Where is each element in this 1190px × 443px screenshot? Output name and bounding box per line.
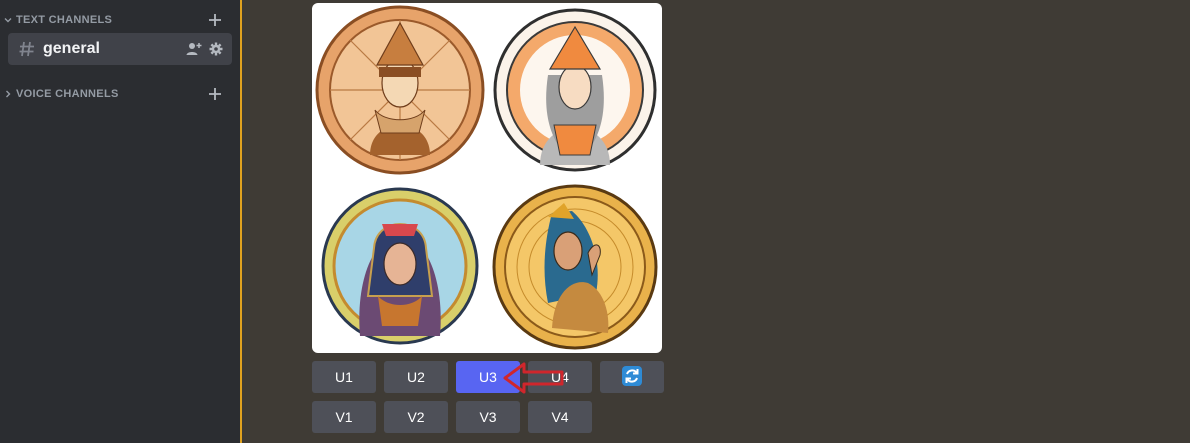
- channel-sidebar: TEXT CHANNELS general VOICE CHANNELS: [0, 0, 240, 443]
- add-channel-icon[interactable]: [208, 13, 222, 27]
- generated-image-grid[interactable]: [312, 3, 662, 353]
- medallion-portrait-3: [321, 187, 479, 345]
- medallion-portrait-4: [492, 184, 658, 350]
- invite-member-icon[interactable]: [186, 41, 202, 57]
- upscale-1-button[interactable]: U1: [312, 361, 376, 393]
- upscale-2-button[interactable]: U2: [384, 361, 448, 393]
- category-voice-channels[interactable]: VOICE CHANNELS: [0, 84, 240, 104]
- chevron-down-icon: [4, 14, 12, 26]
- variation-1-button[interactable]: V1: [312, 401, 376, 433]
- hashtag-icon: [17, 39, 37, 59]
- category-text-channels[interactable]: TEXT CHANNELS: [0, 10, 240, 30]
- variation-3-button[interactable]: V3: [456, 401, 520, 433]
- medallion-portrait-1: [315, 5, 485, 175]
- channel-name: general: [43, 40, 100, 57]
- category-label: VOICE CHANNELS: [16, 88, 119, 100]
- annotation-arrow-icon: [503, 362, 564, 394]
- sidebar-divider: [240, 0, 242, 443]
- variation-4-button[interactable]: V4: [528, 401, 592, 433]
- refresh-icon: [621, 365, 643, 390]
- channel-item-general[interactable]: general: [8, 33, 232, 65]
- category-label: TEXT CHANNELS: [16, 14, 113, 26]
- add-channel-icon[interactable]: [208, 87, 222, 101]
- gear-icon[interactable]: [208, 41, 224, 57]
- medallion-portrait-2: [493, 8, 657, 172]
- variation-2-button[interactable]: V2: [384, 401, 448, 433]
- chevron-right-icon: [4, 88, 12, 100]
- reroll-button[interactable]: [600, 361, 664, 393]
